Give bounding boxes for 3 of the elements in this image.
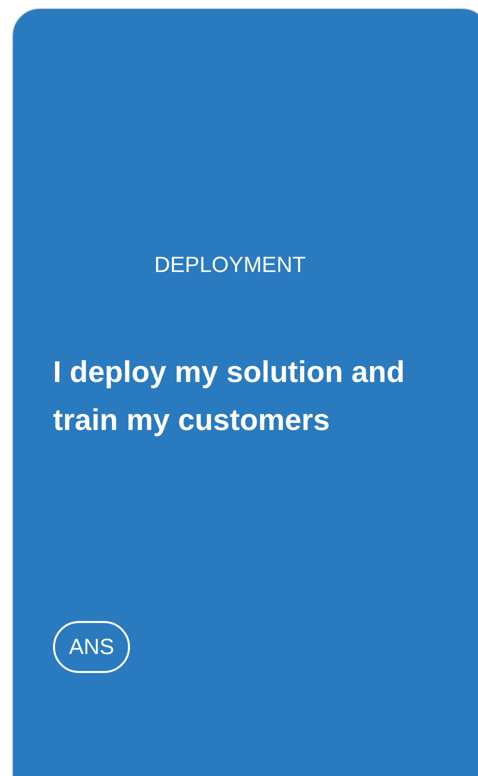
answer-button[interactable]: ANS — [53, 621, 130, 673]
statement-text: I deploy my solution and train my customers — [53, 355, 406, 439]
category-label: DEPLOYMENT — [153, 251, 307, 279]
